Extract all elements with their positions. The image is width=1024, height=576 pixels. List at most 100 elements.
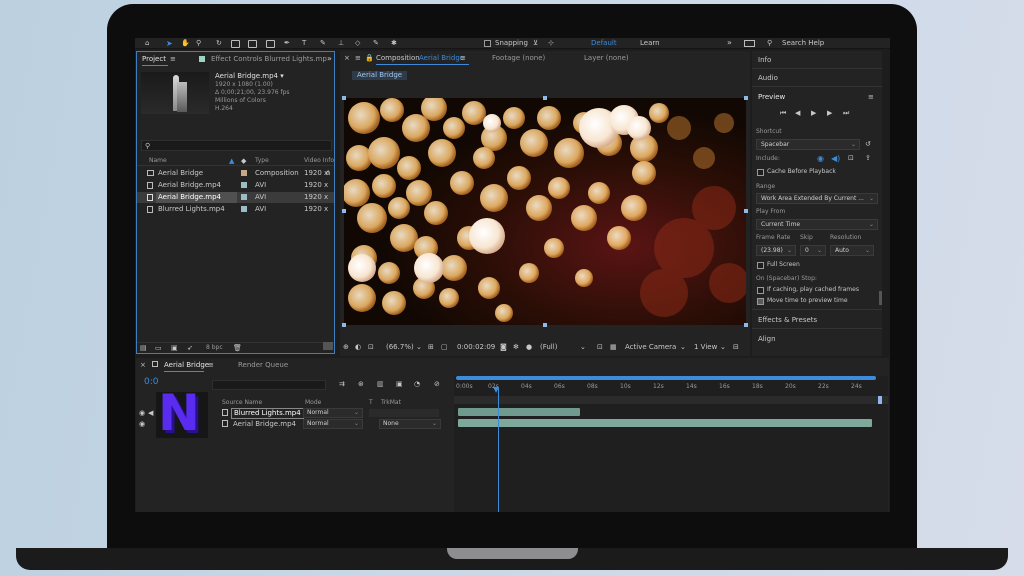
layer-mode-dropdown[interactable]: Normal ⌄	[303, 419, 363, 429]
play-icon[interactable]: ▶	[811, 109, 816, 117]
transform-handle[interactable]	[342, 323, 346, 327]
close-tab-icon[interactable]: ×	[344, 54, 350, 62]
camera-tool-icon[interactable]	[231, 40, 240, 48]
shy-icon[interactable]: ⊛	[358, 380, 364, 388]
comp-breadcrumb[interactable]: Aerial Bridge	[352, 71, 408, 80]
shortcut-dropdown[interactable]: Spacebar ⌄	[756, 139, 860, 150]
timeline-tab-comp[interactable]: Aerial Bridge	[164, 362, 209, 369]
export-icon[interactable]: ⇪	[865, 154, 871, 162]
align-panel-header[interactable]: Align	[758, 336, 776, 343]
trash-icon[interactable]: 🗑	[233, 344, 242, 352]
zoom-tool-icon[interactable]: ⚲	[196, 39, 201, 47]
label-tag-icon[interactable]: ◆	[241, 157, 246, 165]
cache-before-playback-checkbox[interactable]	[757, 169, 764, 176]
audio-panel-header[interactable]: Audio	[758, 75, 778, 82]
views-dropdown[interactable]: 1 View	[694, 344, 717, 351]
timeline-timecode[interactable]: 0:0	[144, 378, 158, 387]
overlay-include-icon[interactable]: ⊡	[848, 154, 854, 162]
layer-bar-aerial-bridge[interactable]	[458, 419, 872, 427]
workspace-learn[interactable]: Learn	[640, 40, 660, 47]
tab-footage[interactable]: Footage (none)	[492, 55, 545, 62]
new-folder-icon[interactable]: ▭	[155, 344, 162, 352]
always-preview-icon[interactable]: ⊕	[343, 343, 349, 351]
audio-include-icon[interactable]: ◀)	[831, 154, 840, 163]
viewer-timecode[interactable]: 0:00:02:09	[457, 344, 495, 351]
pan-behind-tool-icon[interactable]	[248, 40, 257, 48]
resolution-dropdown[interactable]: (Full)	[540, 344, 557, 351]
tab-menu-icon[interactable]: ≡	[208, 361, 214, 369]
project-row-selected[interactable]: Aerial Bridge.mp4 AVI 1920 x	[137, 192, 334, 203]
project-row[interactable]: Blurred Lights.mp4 AVI 1920 x	[137, 204, 334, 215]
column-type[interactable]: Type	[255, 158, 269, 164]
first-frame-icon[interactable]: ⏮	[780, 109, 786, 118]
move-time-checkbox[interactable]	[757, 298, 764, 305]
last-frame-icon[interactable]: ⏭	[843, 109, 849, 118]
pen-tool-icon[interactable]: ✒	[284, 39, 290, 47]
full-screen-checkbox[interactable]	[757, 262, 764, 269]
resolution-dropdown[interactable]: Auto ⌄	[830, 245, 874, 256]
workspace-more-icon[interactable]: »	[727, 39, 732, 47]
rotate-tool-icon[interactable]: ↻	[216, 39, 222, 47]
project-row[interactable]: Aerial Bridge Composition 1920 x ⋔	[137, 168, 334, 179]
work-area-bar[interactable]	[456, 376, 876, 380]
trkmat-dropdown[interactable]: None ⌄	[379, 419, 441, 429]
region-icon[interactable]: ▢	[441, 343, 448, 351]
chevron-down-icon[interactable]: ⌄	[680, 343, 686, 351]
tab-menu-icon[interactable]: ≡	[170, 55, 176, 63]
range-dropdown[interactable]: Work Area Extended By Current ... ⌄	[756, 193, 878, 204]
tab-layer[interactable]: Layer (none)	[584, 55, 629, 62]
effects-presets-panel-header[interactable]: Effects & Presets	[758, 317, 817, 324]
preview-panel-header[interactable]: Preview	[758, 94, 785, 101]
layer-bar-blurred-lights[interactable]	[458, 408, 580, 416]
camera-dropdown[interactable]: Active Camera	[625, 344, 676, 351]
playhead-line[interactable]	[498, 388, 499, 512]
layer-row[interactable]: ◉ Aerial Bridge.mp4 Normal ⌄ None ⌄	[136, 419, 456, 429]
grid-icon[interactable]: ⊞	[428, 343, 434, 351]
home-icon[interactable]: ⌂	[145, 39, 149, 47]
hand-tool-icon[interactable]: ✋	[181, 39, 190, 47]
eraser-tool-icon[interactable]: ◇	[355, 39, 360, 47]
transform-handle[interactable]	[744, 209, 748, 213]
timeline-search-input[interactable]	[212, 380, 326, 390]
new-composition-icon[interactable]: ▣	[171, 344, 178, 352]
transform-handle[interactable]	[543, 323, 547, 327]
video-include-icon[interactable]: ◉	[817, 154, 824, 163]
lock-icon[interactable]: 🔒	[365, 54, 374, 62]
work-area-end-handle[interactable]	[878, 396, 882, 404]
composition-viewer[interactable]	[344, 98, 746, 325]
tab-composition-prefix[interactable]: Composition	[376, 55, 420, 62]
type-tool-icon[interactable]: T	[302, 39, 306, 47]
bpc-label[interactable]: 8 bpc	[206, 345, 223, 351]
skip-dropdown[interactable]: 0 ⌄	[800, 245, 826, 256]
column-name[interactable]: Name	[149, 158, 167, 164]
roto-brush-tool-icon[interactable]: ✎	[373, 39, 379, 47]
tab-menu-icon[interactable]: ≡	[355, 54, 361, 62]
clone-stamp-tool-icon[interactable]: ⊥	[338, 39, 344, 47]
roi-icon[interactable]: ⊡	[597, 343, 603, 351]
frame-rate-dropdown[interactable]: (23.98) ⌄	[756, 245, 796, 256]
transform-handle[interactable]	[744, 96, 748, 100]
timeline-tab-render-queue[interactable]: Render Queue	[238, 362, 288, 369]
tab-menu-icon[interactable]: ≡	[460, 54, 466, 62]
workspace-panel-icon[interactable]	[744, 40, 755, 47]
snap-magnet-icon[interactable]: ⊻	[533, 39, 538, 47]
time-ruler[interactable]: 0:00s 02s 04s 06s 08s 10s 12s 14s 16s 18…	[454, 384, 888, 394]
motion-blur-icon[interactable]: ▣	[396, 380, 403, 388]
transparency-grid-icon[interactable]: ▦	[610, 343, 617, 351]
send-icon[interactable]: ➶	[187, 344, 193, 352]
chevron-down-icon[interactable]: ⌄	[720, 343, 726, 351]
project-scrollbar[interactable]	[323, 342, 333, 350]
layer-row[interactable]: ◉ ◀ Blurred Lights.mp4 Normal ⌄	[136, 408, 456, 419]
layer-name[interactable]: Aerial Bridge.mp4	[233, 421, 296, 428]
view-options-icon[interactable]: ⊟	[733, 343, 739, 351]
puppet-tool-icon[interactable]: ✱	[391, 39, 397, 47]
panel-overflow-icon[interactable]: »	[327, 55, 332, 63]
flowchart-icon[interactable]: ⋔	[325, 169, 331, 177]
selected-item-name[interactable]: Aerial Bridge.mp4 ▾	[215, 73, 284, 80]
project-search-input[interactable]: ⚲	[141, 140, 332, 151]
sort-arrow-icon[interactable]: ▲	[229, 157, 234, 165]
playhead-marker-icon[interactable]: ▼	[493, 385, 499, 394]
search-help-field[interactable]: Search Help	[782, 40, 824, 47]
color-channel-icon[interactable]: ●	[526, 343, 532, 351]
mask-icon[interactable]: ◐	[355, 343, 361, 351]
